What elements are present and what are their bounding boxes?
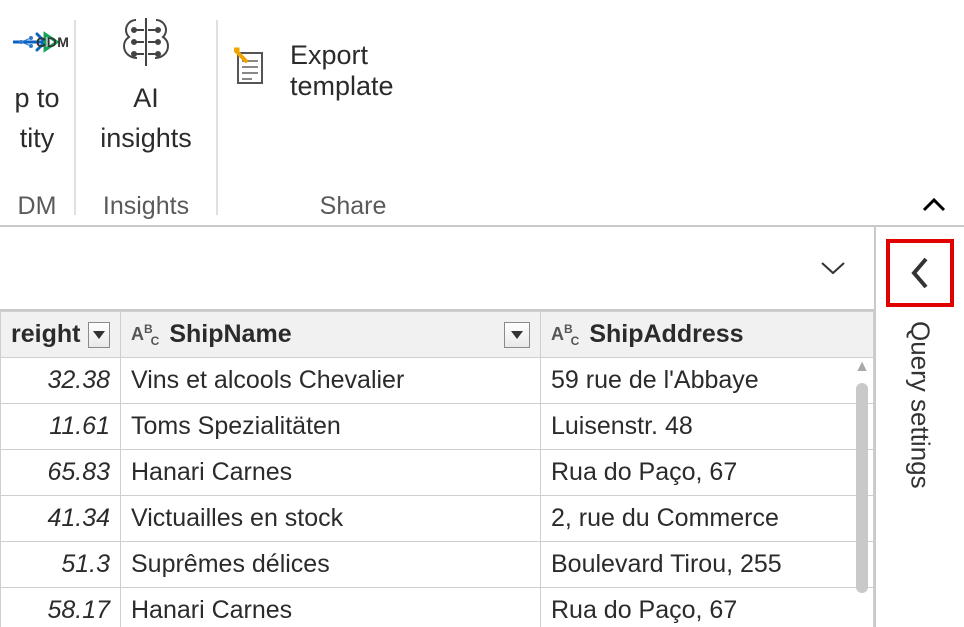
cell-shipname: Victuailles en stock xyxy=(121,496,541,542)
cell-shipaddress: 2, rue du Commerce xyxy=(541,496,874,542)
formula-bar xyxy=(0,227,874,311)
table-body: 32.38 Vins et alcools Chevalier 59 rue d… xyxy=(1,358,874,627)
cell-shipname: Toms Spezialitäten xyxy=(121,404,541,450)
data-table-area: reight ABC ShipName xyxy=(0,311,874,627)
insights-group-label: Insights xyxy=(76,192,216,225)
cell-freight: 58.17 xyxy=(1,588,121,627)
scroll-up-button[interactable]: ▲ xyxy=(854,359,870,375)
ribbon-group-share: Export template Share xyxy=(218,0,488,225)
cdm-badge: CDM xyxy=(18,34,69,51)
column-label-freight: reight xyxy=(11,320,80,349)
cell-shipname: Vins et alcools Chevalier xyxy=(121,358,541,404)
query-settings-label: Query settings xyxy=(905,321,936,489)
table-row[interactable]: 11.61 Toms Spezialitäten Luisenstr. 48 xyxy=(1,404,874,450)
export-template-label: Export template xyxy=(290,40,468,102)
ribbon-group-insights: AI insights Insights xyxy=(76,0,216,225)
scroll-thumb[interactable] xyxy=(856,383,868,593)
chevron-left-icon xyxy=(908,255,932,291)
export-template-icon xyxy=(230,47,272,96)
brain-icon xyxy=(114,10,178,74)
formula-dropdown-button[interactable] xyxy=(816,251,850,285)
vertical-scrollbar[interactable]: ▲ xyxy=(854,359,870,623)
cell-freight: 51.3 xyxy=(1,542,121,588)
cell-shipaddress: Luisenstr. 48 xyxy=(541,404,874,450)
table-row[interactable]: 32.38 Vins et alcools Chevalier 59 rue d… xyxy=(1,358,874,404)
column-header-shipname[interactable]: ABC ShipName xyxy=(121,312,541,358)
column-label-shipname: ShipName xyxy=(169,320,291,349)
table-row[interactable]: 65.83 Hanari Carnes Rua do Paço, 67 xyxy=(1,450,874,496)
map-to-label-line1: p to xyxy=(14,82,59,114)
cell-freight: 11.61 xyxy=(1,404,121,450)
chevron-down-icon xyxy=(93,331,105,339)
table-row[interactable]: 51.3 Suprêmes délices Boulevard Tirou, 2… xyxy=(1,542,874,588)
cell-freight: 41.34 xyxy=(1,496,121,542)
cdm-group-label: DM xyxy=(0,192,74,225)
table-row[interactable]: 58.17 Hanari Carnes Rua do Paço, 67 xyxy=(1,588,874,627)
column-label-shipaddress: ShipAddress xyxy=(589,320,743,349)
text-type-icon: ABC xyxy=(551,324,581,345)
cdm-badge-text: CDM xyxy=(36,34,69,51)
data-table: reight ABC ShipName xyxy=(0,311,874,627)
map-to-entity-button[interactable]: CDM p to tity xyxy=(11,10,63,155)
formula-input[interactable] xyxy=(10,227,816,309)
ribbon: CDM p to tity DM xyxy=(0,0,964,227)
cell-shipaddress: Rua do Paço, 67 xyxy=(541,588,874,627)
share-group-label: Share xyxy=(218,192,488,225)
text-type-icon: ABC xyxy=(131,324,161,345)
map-to-label-line2: tity xyxy=(20,122,55,154)
query-settings-panel: Query settings xyxy=(874,227,964,627)
cell-shipname: Hanari Carnes xyxy=(121,588,541,627)
table-header-row: reight ABC ShipName xyxy=(1,312,874,358)
cell-shipaddress: Rua do Paço, 67 xyxy=(541,450,874,496)
export-template-button[interactable]: Export template xyxy=(218,10,488,102)
cell-shipname: Hanari Carnes xyxy=(121,450,541,496)
table-row[interactable]: 41.34 Victuailles en stock 2, rue du Com… xyxy=(1,496,874,542)
chevron-down-icon xyxy=(511,331,523,339)
cell-freight: 65.83 xyxy=(1,450,121,496)
ai-insights-button[interactable]: AI insights xyxy=(82,10,210,155)
ribbon-group-cdm: CDM p to tity DM xyxy=(0,0,74,225)
chevron-down-icon xyxy=(820,261,846,275)
filter-button-freight[interactable] xyxy=(88,322,110,348)
query-settings-toggle[interactable] xyxy=(886,239,954,307)
ai-insights-line2: insights xyxy=(100,122,192,154)
column-header-freight[interactable]: reight xyxy=(1,312,121,358)
ai-insights-line1: AI xyxy=(133,82,159,114)
cell-shipaddress: Boulevard Tirou, 255 xyxy=(541,542,874,588)
chevron-up-icon xyxy=(922,198,946,212)
column-header-shipaddress[interactable]: ABC ShipAddress xyxy=(541,312,874,358)
filter-button-shipname[interactable] xyxy=(504,322,530,348)
cell-shipaddress: 59 rue de l'Abbaye xyxy=(541,358,874,404)
ribbon-collapse-button[interactable] xyxy=(916,187,952,223)
cell-shipname: Suprêmes délices xyxy=(121,542,541,588)
cell-freight: 32.38 xyxy=(1,358,121,404)
